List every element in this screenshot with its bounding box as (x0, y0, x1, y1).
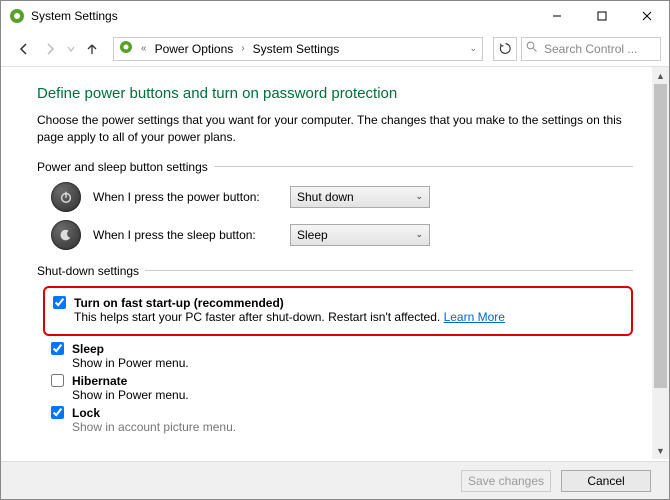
section-shutdown: Shut-down settings (37, 264, 633, 278)
breadcrumb-power-options[interactable]: Power Options (154, 42, 235, 56)
back-button[interactable] (13, 38, 35, 60)
nav-toolbar: « Power Options › System Settings ⌄ Sear… (1, 31, 669, 67)
power-button-label: When I press the power button: (93, 190, 278, 204)
refresh-button[interactable] (493, 37, 517, 61)
sleep-button-select[interactable]: Sleep ⌄ (290, 224, 430, 246)
lock-option-label: Lock (72, 406, 100, 420)
hibernate-checkbox[interactable] (51, 374, 64, 387)
app-icon (9, 8, 25, 24)
chevron-down-icon: ⌄ (415, 191, 423, 202)
fast-startup-highlight: Turn on fast start-up (recommended) This… (43, 286, 633, 336)
divider (214, 166, 633, 167)
address-bar[interactable]: « Power Options › System Settings ⌄ (113, 37, 483, 61)
fast-startup-checkbox[interactable] (53, 296, 66, 309)
sleep-button-value: Sleep (297, 228, 328, 242)
fast-startup-label: Turn on fast start-up (recommended) (74, 296, 284, 310)
sleep-icon (51, 220, 81, 250)
forward-button[interactable] (39, 38, 61, 60)
sleep-option-row: Sleep Show in Power menu. (51, 342, 633, 370)
hibernate-option-row: Hibernate Show in Power menu. (51, 374, 633, 402)
power-button-row: When I press the power button: Shut down… (51, 182, 633, 212)
minimize-button[interactable] (534, 1, 579, 31)
cancel-button[interactable]: Cancel (561, 470, 651, 492)
page-description: Choose the power settings that you want … (37, 112, 633, 146)
chevron-down-icon: ⌄ (415, 229, 423, 240)
scroll-track[interactable] (652, 84, 669, 442)
search-icon (526, 41, 538, 56)
power-button-value: Shut down (297, 190, 354, 204)
window-title: System Settings (31, 9, 534, 23)
chevron-right-icon: › (238, 43, 247, 54)
fast-startup-row: Turn on fast start-up (recommended) This… (53, 296, 623, 324)
content-area: Define power buttons and turn on passwor… (1, 67, 669, 459)
recent-dropdown[interactable] (65, 38, 77, 60)
sleep-option-label: Sleep (72, 342, 104, 356)
lock-option-sub: Show in account picture menu. (72, 420, 633, 434)
search-placeholder: Search Control ... (544, 42, 637, 56)
lock-option-row: Lock Show in account picture menu. (51, 406, 633, 434)
scroll-down-button[interactable]: ▼ (652, 442, 669, 459)
section-power-sleep-label: Power and sleep button settings (37, 160, 208, 174)
sleep-checkbox[interactable] (51, 342, 64, 355)
up-button[interactable] (81, 38, 103, 60)
scroll-up-button[interactable]: ▲ (652, 67, 669, 84)
close-button[interactable] (624, 1, 669, 31)
power-button-select[interactable]: Shut down ⌄ (290, 186, 430, 208)
address-dropdown-icon[interactable]: ⌄ (466, 43, 480, 54)
section-power-sleep: Power and sleep button settings (37, 160, 633, 174)
breadcrumb-icon (118, 39, 134, 58)
scroll-thumb[interactable] (654, 84, 667, 388)
fast-startup-sub: This helps start your PC faster after sh… (74, 310, 623, 324)
learn-more-link[interactable]: Learn More (444, 310, 505, 324)
sleep-button-label: When I press the sleep button: (93, 228, 278, 242)
search-input[interactable]: Search Control ... (521, 37, 661, 61)
sleep-option-sub: Show in Power menu. (72, 356, 633, 370)
hibernate-option-sub: Show in Power menu. (72, 388, 633, 402)
footer-bar: Save changes Cancel (1, 461, 669, 499)
breadcrumb-system-settings[interactable]: System Settings (252, 42, 341, 56)
power-icon (51, 182, 81, 212)
breadcrumb-chevron: « (138, 43, 150, 54)
divider (145, 270, 633, 271)
section-shutdown-label: Shut-down settings (37, 264, 139, 278)
vertical-scrollbar[interactable]: ▲ ▼ (652, 67, 669, 459)
fast-startup-subtext: This helps start your PC faster after sh… (74, 310, 444, 324)
maximize-button[interactable] (579, 1, 624, 31)
save-changes-button[interactable]: Save changes (461, 470, 551, 492)
title-bar: System Settings (1, 1, 669, 31)
page-heading: Define power buttons and turn on passwor… (37, 85, 633, 102)
hibernate-option-label: Hibernate (72, 374, 127, 388)
sleep-button-row: When I press the sleep button: Sleep ⌄ (51, 220, 633, 250)
window-controls (534, 1, 669, 31)
lock-checkbox[interactable] (51, 406, 64, 419)
